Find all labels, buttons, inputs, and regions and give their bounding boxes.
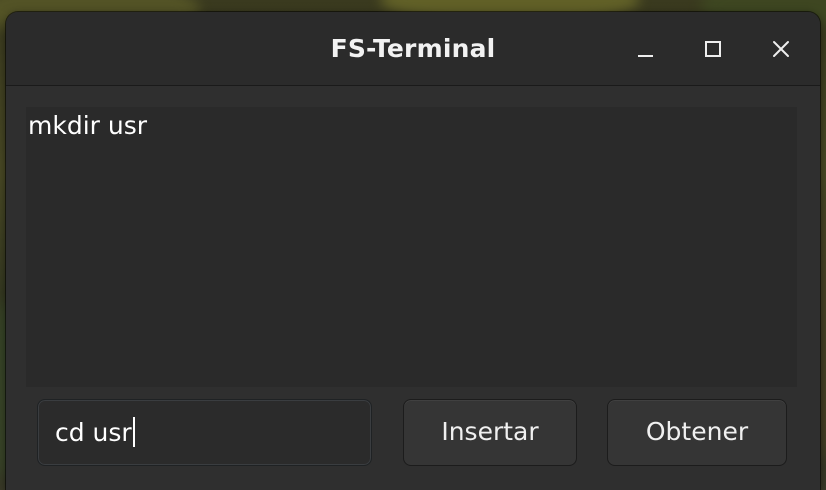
close-icon	[773, 41, 789, 57]
minimize-icon	[638, 55, 653, 57]
maximize-icon	[705, 41, 721, 57]
text-caret	[132, 417, 135, 447]
command-input-value: cd usr	[55, 418, 132, 447]
output-area[interactable]: mkdir usr	[26, 107, 797, 387]
close-button[interactable]	[762, 30, 800, 68]
minimize-button[interactable]	[626, 30, 664, 68]
insert-button[interactable]: Insertar	[403, 399, 577, 466]
titlebar[interactable]: FS-Terminal	[6, 12, 820, 86]
command-input[interactable]: cd usr	[37, 399, 372, 466]
terminal-window: FS-Terminal mkdir usr cd usr Insertar Ob…	[6, 12, 820, 490]
output-text: mkdir usr	[28, 111, 148, 140]
get-button[interactable]: Obtener	[607, 399, 787, 466]
maximize-button[interactable]	[694, 30, 732, 68]
